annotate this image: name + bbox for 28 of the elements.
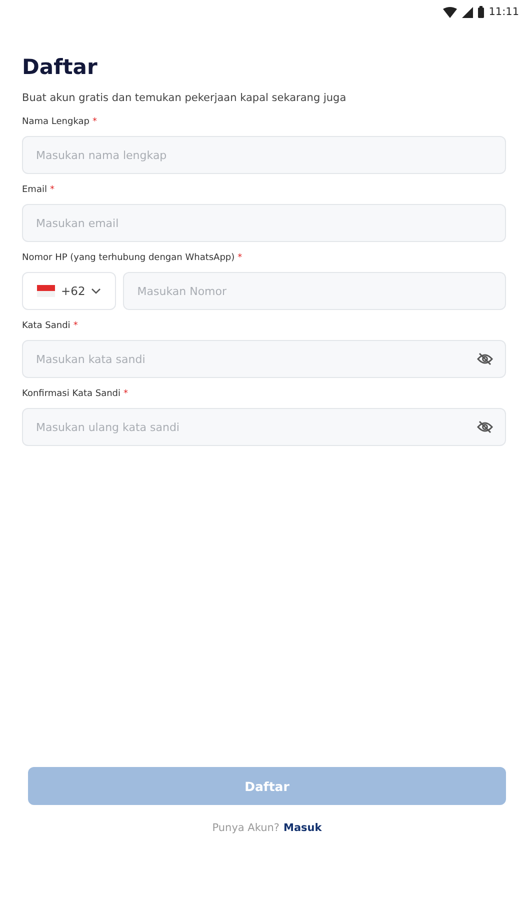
wifi-icon: [442, 6, 457, 18]
login-link[interactable]: Masuk: [284, 821, 322, 835]
eye-off-icon[interactable]: [477, 420, 493, 434]
required-mark: *: [92, 116, 97, 129]
eye-off-icon[interactable]: [477, 352, 493, 366]
signal-icon: [462, 6, 473, 18]
page-subtitle: Buat akun gratis dan temukan pekerjaan kapal sekarang juga: [22, 91, 348, 106]
flag-icon: [37, 285, 55, 297]
country-code-picker[interactable]: +62: [22, 272, 116, 310]
phone-field[interactable]: Masukan Nomor: [123, 272, 506, 310]
battery-icon: [478, 6, 484, 18]
input-field[interactable]: Masukan nama lengkap: [22, 136, 506, 174]
required-mark: *: [73, 320, 78, 333]
status-time: 11:11: [488, 6, 519, 18]
field-label: Nomor HP (yang terhubung dengan WhatsApp): [22, 252, 235, 265]
chevron-down-icon: [91, 288, 102, 294]
field-label: Nama Lengkap: [22, 116, 90, 129]
required-mark: *: [238, 252, 242, 265]
field-label: Konfirmasi Kata Sandi: [22, 388, 121, 401]
required-mark: *: [124, 388, 128, 401]
page-title: Daftar: [22, 54, 98, 80]
password-field[interactable]: Masukan ulang kata sandi: [22, 408, 506, 446]
required-mark: *: [50, 184, 54, 197]
password-field[interactable]: Masukan kata sandi: [22, 340, 506, 378]
field-label: Email: [22, 184, 47, 197]
field-label: Kata Sandi: [22, 320, 70, 333]
login-prompt: Punya Akun?: [212, 821, 280, 835]
input-field[interactable]: Masukan email: [22, 204, 506, 242]
